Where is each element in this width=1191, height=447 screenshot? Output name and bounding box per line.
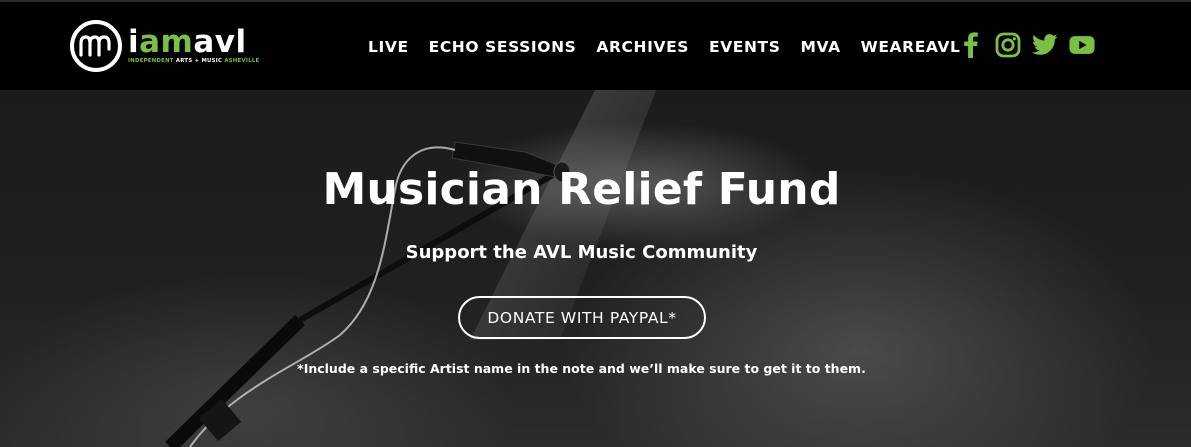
youtube-icon[interactable] (1069, 32, 1095, 58)
logo-text: iamavl INDEPENDENT ARTS + MUSIC ASHEVILL… (128, 27, 259, 65)
microphone-stand-image (165, 90, 657, 447)
hero-title: Musician Relief Fund (322, 164, 841, 215)
site-logo[interactable]: iamavl INDEPENDENT ARTS + MUSIC ASHEVILL… (70, 20, 259, 72)
donate-paypal-button[interactable]: DONATE WITH PAYPAL* (458, 296, 706, 339)
hero-subtitle: Support the AVL Music Community (405, 242, 758, 263)
instagram-icon[interactable] (995, 32, 1021, 58)
twitter-icon[interactable] (1032, 32, 1058, 58)
logo-tagline: INDEPENDENT ARTS + MUSIC ASHEVILLE (128, 58, 260, 64)
logo-mark-icon (70, 20, 122, 72)
nav-item-archives[interactable]: ARCHIVES (596, 38, 689, 56)
logo-wordmark: iamavl (128, 24, 247, 60)
main-nav: LIVE ECHO SESSIONS ARCHIVES EVENTS MVA W… (368, 38, 981, 56)
nav-item-live[interactable]: LIVE (368, 38, 409, 56)
site-header: iamavl INDEPENDENT ARTS + MUSIC ASHEVILL… (0, 0, 1191, 90)
nav-item-events[interactable]: EVENTS (709, 38, 780, 56)
page: iamavl INDEPENDENT ARTS + MUSIC ASHEVILL… (0, 0, 1191, 447)
waveform-icon (79, 35, 111, 57)
nav-item-mva[interactable]: MVA (801, 38, 841, 56)
facebook-icon[interactable] (958, 32, 984, 58)
nav-item-echo-sessions[interactable]: ECHO SESSIONS (429, 38, 577, 56)
hero-banner: Musician Relief Fund Support the AVL Mus… (0, 90, 1191, 447)
nav-item-weareavl[interactable]: WEAREAVL (861, 38, 961, 56)
donation-note: *Include a specific Artist name in the n… (297, 361, 866, 376)
social-links (958, 32, 1106, 58)
